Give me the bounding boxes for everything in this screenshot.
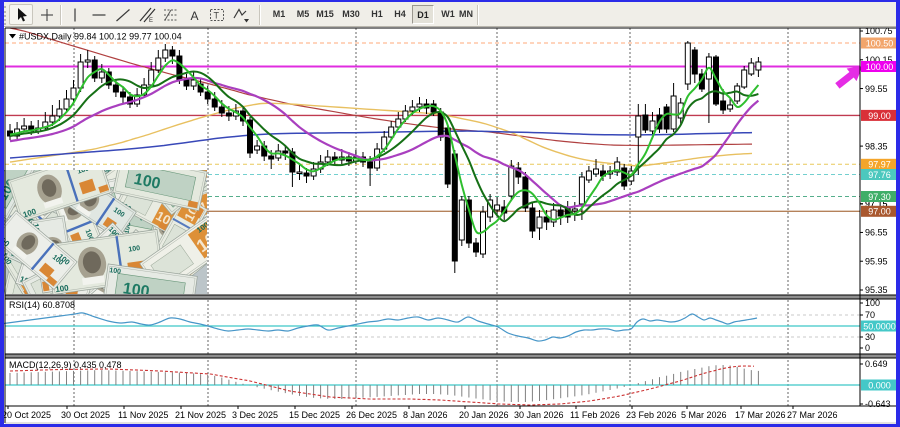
svg-text:50.0000: 50.0000 — [863, 321, 896, 331]
svg-text:70: 70 — [865, 310, 875, 320]
svg-text:8 Jan 2026: 8 Jan 2026 — [403, 410, 448, 420]
svg-text:26 Dec 2025: 26 Dec 2025 — [346, 410, 397, 420]
svg-text:E: E — [149, 18, 153, 24]
svg-text:15 Dec 2025: 15 Dec 2025 — [289, 410, 340, 420]
svg-text:23 Feb 2026: 23 Feb 2026 — [626, 410, 677, 420]
svg-text:0: 0 — [865, 343, 870, 353]
svg-text:0.000: 0.000 — [868, 380, 891, 390]
svg-text:21 Nov 2025: 21 Nov 2025 — [175, 410, 226, 420]
svg-text:30 Jan 2026: 30 Jan 2026 — [514, 410, 564, 420]
svg-text:97.97: 97.97 — [868, 160, 891, 170]
svg-text:30: 30 — [865, 332, 875, 342]
svg-text:100.50: 100.50 — [866, 38, 894, 48]
svg-text:100: 100 — [865, 298, 880, 308]
svg-text:11 Feb 2026: 11 Feb 2026 — [570, 410, 620, 420]
svg-text:17 Mar 2026: 17 Mar 2026 — [735, 410, 786, 420]
svg-text:3 Dec 2025: 3 Dec 2025 — [232, 410, 278, 420]
svg-text:11 Nov 2025: 11 Nov 2025 — [118, 410, 168, 420]
svg-text:T: T — [214, 11, 220, 21]
svg-text:27 Mar 2026: 27 Mar 2026 — [787, 410, 838, 420]
svg-text:20 Jan 2026: 20 Jan 2026 — [459, 410, 509, 420]
svg-text:98.35: 98.35 — [865, 141, 888, 151]
svg-text:99.55: 99.55 — [865, 84, 888, 94]
svg-text:MACD(12,26,9) 0,435 0,478: MACD(12,26,9) 0,435 0,478 — [9, 360, 122, 370]
svg-text:100.75: 100.75 — [865, 26, 893, 36]
svg-text:20 Oct 2025: 20 Oct 2025 — [2, 410, 51, 420]
svg-text:97.30: 97.30 — [868, 192, 891, 202]
svg-text:-0.643: -0.643 — [865, 399, 891, 409]
svg-text:A: A — [191, 9, 199, 23]
svg-text:5 Mar 2026: 5 Mar 2026 — [681, 410, 727, 420]
svg-text:95.95: 95.95 — [865, 256, 888, 266]
svg-text:RSI(14) 60.8708: RSI(14) 60.8708 — [9, 300, 75, 310]
svg-text:#USDX,Daily 99.84 100.12 99.77: #USDX,Daily 99.84 100.12 99.77 100.04 — [19, 32, 182, 42]
svg-text:96.55: 96.55 — [865, 228, 888, 238]
svg-text:0.649: 0.649 — [865, 359, 888, 369]
svg-text:97.76: 97.76 — [868, 170, 891, 180]
svg-text:95.35: 95.35 — [865, 285, 888, 295]
svg-text:97.00: 97.00 — [868, 207, 891, 217]
svg-text:30 Oct 2025: 30 Oct 2025 — [61, 410, 110, 420]
svg-text:100.00: 100.00 — [866, 62, 894, 72]
svg-text:99.00: 99.00 — [868, 111, 891, 121]
